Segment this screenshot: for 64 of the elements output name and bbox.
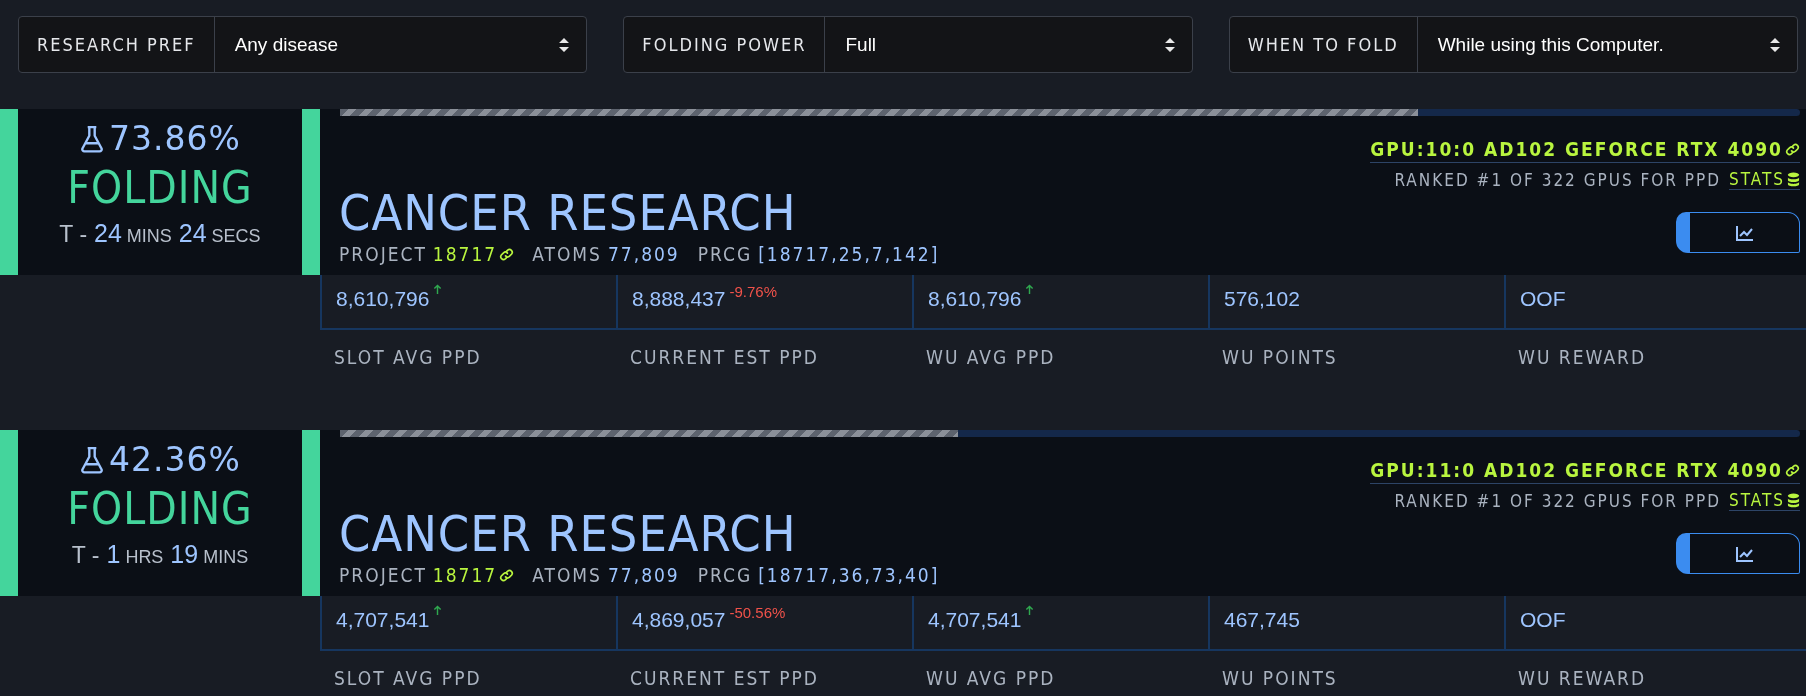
cause-title: CANCER RESEARCH [339, 186, 798, 241]
detail-value: [18717,25,7,142] [758, 243, 940, 265]
up-arrow-icon [1025, 284, 1035, 295]
line-chart-icon [1735, 224, 1754, 241]
gpu-link[interactable]: GPU:10:0 AD102 GEFORCE RTX 4090 [1370, 138, 1800, 163]
metric-value: 8,610,796 [336, 287, 430, 311]
detail-value: 77,809 [607, 243, 680, 265]
chart-button[interactable] [1676, 212, 1800, 253]
database-icon [1787, 171, 1800, 187]
project-link[interactable]: 18717 [432, 243, 515, 265]
metric-label: CURRENT EST PPD [629, 666, 820, 689]
progress-percent: 42.36% [109, 440, 241, 479]
detail-value: [18717,36,73,40] [758, 564, 940, 586]
metric-change: -50.56% [729, 604, 786, 621]
line-chart-icon [1735, 545, 1754, 562]
progress-percent: 73.86% [109, 119, 241, 158]
metric-label: CURRENT EST PPD [629, 345, 820, 368]
up-arrow-icon [1025, 605, 1035, 616]
up-arrow-icon [433, 605, 443, 616]
link-icon [499, 567, 515, 583]
stats-link[interactable]: STATS [1729, 169, 1800, 190]
detail-label: ATOMS [532, 243, 602, 265]
link-icon [1785, 141, 1800, 157]
detail-label: PRCG [697, 243, 753, 265]
slot-status: FOLDING [67, 483, 253, 534]
detail-label: PROJECT [339, 243, 427, 265]
up-arrow-icon [433, 284, 443, 295]
project-link[interactable]: 18717 [432, 564, 515, 586]
detail-value: 77,809 [607, 564, 680, 586]
detail-label: ATOMS [532, 564, 602, 586]
metric-value: 4,707,541 [928, 608, 1022, 632]
gpu-ranking: RANKED #1 OF 322 GPUS FOR PPD [1394, 169, 1722, 190]
time-remaining: T - 1 HRS 19 MINS [71, 540, 249, 569]
detail-label: PROJECT [339, 564, 427, 586]
metric-label: SLOT AVG PPD [333, 345, 483, 368]
chart-button[interactable] [1676, 533, 1800, 574]
gpu-link[interactable]: GPU:11:0 AD102 GEFORCE RTX 4090 [1370, 459, 1800, 484]
metric-label: WU AVG PPD [925, 345, 1057, 368]
gpu-ranking: RANKED #1 OF 322 GPUS FOR PPD [1394, 490, 1722, 511]
metric-value: 4,869,057 [632, 608, 726, 632]
metric-label: SLOT AVG PPD [333, 666, 483, 689]
metric-label: WU POINTS [1221, 666, 1339, 689]
link-icon [499, 246, 515, 262]
flask-icon [79, 445, 106, 474]
metric-value: 8,888,437 [632, 287, 726, 311]
cause-title: CANCER RESEARCH [339, 507, 798, 562]
metric-change: -9.76% [729, 283, 777, 300]
slot-status: FOLDING [67, 162, 253, 213]
metric-label: WU AVG PPD [925, 666, 1057, 689]
metric-label: WU REWARD [1517, 666, 1648, 689]
stats-link[interactable]: STATS [1729, 490, 1800, 511]
metric-value: 467,745 [1224, 608, 1300, 632]
database-icon [1787, 492, 1800, 508]
link-icon [1785, 462, 1800, 478]
time-remaining: T - 24 MINS 24 SECS [59, 219, 261, 248]
metric-value: OOF [1520, 287, 1566, 311]
flask-icon [79, 124, 106, 153]
detail-label: PRCG [697, 564, 753, 586]
metric-label: WU POINTS [1221, 345, 1339, 368]
metric-value: 8,610,796 [928, 287, 1022, 311]
metric-label: WU REWARD [1517, 345, 1648, 368]
metric-value: 576,102 [1224, 287, 1300, 311]
metric-value: 4,707,541 [336, 608, 430, 632]
metric-value: OOF [1520, 608, 1566, 632]
